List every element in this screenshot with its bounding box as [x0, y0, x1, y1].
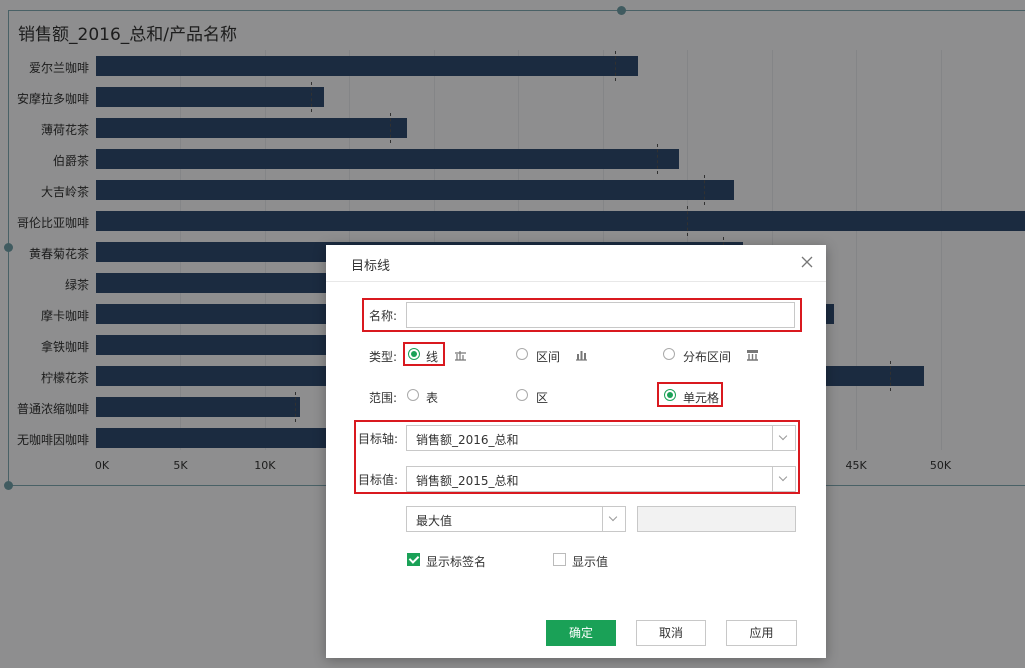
- range-target-icon: [576, 351, 587, 361]
- target-axis-select[interactable]: 销售额_2016_总和: [406, 425, 796, 451]
- chevron-down-icon[interactable]: [602, 507, 625, 531]
- aggregation-value: 最大值: [416, 514, 453, 528]
- scope-cell-label[interactable]: 单元格: [683, 389, 719, 406]
- scope-label: 范围:: [369, 391, 398, 405]
- show-value-text[interactable]: 显示值: [572, 553, 608, 570]
- scope-pane-radio[interactable]: [516, 389, 528, 401]
- type-range-label[interactable]: 区间: [536, 348, 560, 365]
- name-input[interactable]: [406, 302, 795, 328]
- cancel-button[interactable]: 取消: [636, 620, 706, 646]
- type-label: 类型:: [369, 350, 398, 364]
- target-axis-label: 目标轴:: [358, 432, 399, 446]
- target-line-dialog: 目标线 名称: 类型: 线 区间 分布区间 范围: 表 区 单元格 目标轴: 销…: [326, 245, 826, 658]
- scope-cell-radio[interactable]: [664, 389, 676, 401]
- line-target-icon: [455, 351, 466, 361]
- dialog-title: 目标线: [351, 259, 391, 274]
- apply-button[interactable]: 应用: [726, 620, 797, 646]
- target-value-select[interactable]: 销售额_2015_总和: [406, 466, 796, 492]
- aggregation-input[interactable]: [637, 506, 796, 532]
- ok-button[interactable]: 确定: [546, 620, 616, 646]
- show-label-text[interactable]: 显示标签名: [426, 553, 486, 570]
- chevron-down-icon[interactable]: [772, 426, 795, 450]
- scope-table-radio[interactable]: [407, 389, 419, 401]
- target-value-label: 目标值:: [358, 473, 399, 487]
- name-label: 名称:: [369, 309, 398, 323]
- chevron-down-icon[interactable]: [772, 467, 795, 491]
- target-axis-value: 销售额_2016_总和: [416, 433, 519, 447]
- target-value-value: 销售额_2015_总和: [416, 474, 519, 488]
- close-icon[interactable]: [800, 255, 814, 269]
- type-line-radio[interactable]: [408, 348, 420, 360]
- type-distribution-radio[interactable]: [663, 348, 675, 360]
- aggregation-select[interactable]: 最大值: [406, 506, 626, 532]
- scope-table-label[interactable]: 表: [426, 389, 438, 406]
- scope-pane-label[interactable]: 区: [536, 389, 548, 406]
- dialog-title-divider: [326, 281, 826, 282]
- type-distribution-label[interactable]: 分布区间: [683, 348, 731, 365]
- show-value-checkbox[interactable]: [553, 553, 566, 566]
- type-line-label[interactable]: 线: [426, 348, 438, 365]
- distribution-target-icon: [747, 350, 758, 361]
- type-range-radio[interactable]: [516, 348, 528, 360]
- dialog-footer: 确定 取消 应用: [326, 606, 826, 658]
- show-label-checkbox[interactable]: [407, 553, 420, 566]
